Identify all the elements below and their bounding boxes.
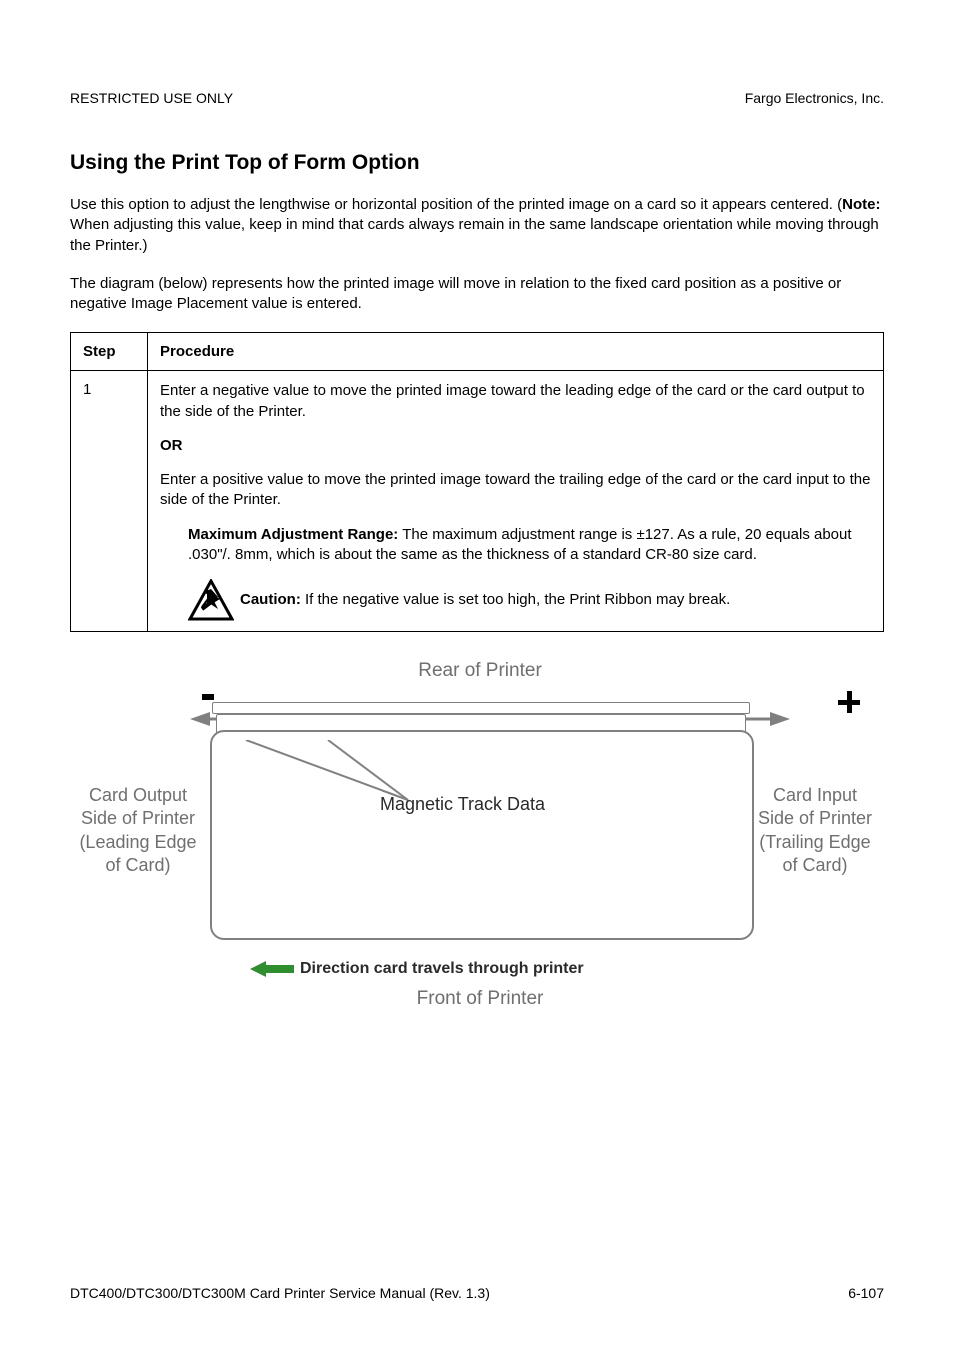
- col-header-step: Step: [71, 333, 148, 371]
- left-line-1: Card Output: [70, 784, 206, 807]
- green-arrow-icon: [250, 961, 294, 977]
- intro-paragraph-1: Use this option to adjust the lengthwise…: [70, 195, 884, 256]
- proc-or: OR: [160, 436, 871, 456]
- magnetic-track-label: Magnetic Track Data: [380, 794, 545, 815]
- procedure-cell: Enter a negative value to move the print…: [148, 371, 884, 632]
- note-label: Note:: [842, 196, 880, 213]
- left-line-4: of Card): [70, 854, 206, 877]
- procedure-table: Step Procedure 1 Enter a negative value …: [70, 332, 884, 632]
- step-number: 1: [71, 371, 148, 632]
- mag-stripe-1: [212, 702, 750, 714]
- footer-page: 6-107: [848, 1285, 884, 1301]
- card-output-caption: Card Output Side of Printer (Leading Edg…: [70, 784, 206, 878]
- direction-row: Direction card travels through printer: [250, 960, 584, 978]
- caution-text-wrapper: Caution: If the negative value is set to…: [240, 590, 730, 610]
- right-line-2: Side of Printer: [740, 807, 890, 830]
- max-range-label: Maximum Adjustment Range:: [188, 526, 398, 543]
- caution-text: If the negative value is set too high, t…: [301, 591, 730, 608]
- header-company: Fargo Electronics, Inc.: [745, 90, 884, 106]
- proc-negative: Enter a negative value to move the print…: [160, 381, 871, 422]
- caution-label: Caution:: [240, 591, 301, 608]
- left-line-3: (Leading Edge: [70, 831, 206, 854]
- header-restricted: RESTRICTED USE ONLY: [70, 90, 233, 106]
- intro-paragraph-2: The diagram (below) represents how the p…: [70, 274, 884, 315]
- caution-icon: [188, 579, 234, 621]
- proc-max-range: Maximum Adjustment Range: The maximum ad…: [188, 525, 871, 566]
- minus-icon: [202, 694, 214, 700]
- right-line-1: Card Input: [740, 784, 890, 807]
- caution-block: Caution: If the negative value is set to…: [188, 579, 871, 621]
- footer-manual: DTC400/DTC300/DTC300M Card Printer Servi…: [70, 1285, 490, 1301]
- front-of-printer-label: Front of Printer: [417, 988, 544, 1010]
- card-input-caption: Card Input Side of Printer (Trailing Edg…: [740, 784, 890, 878]
- right-line-3: (Trailing Edge: [740, 831, 890, 854]
- direction-label: Direction card travels through printer: [300, 960, 584, 978]
- intro-1b: When adjusting this value, keep in mind …: [70, 216, 879, 253]
- col-header-procedure: Procedure: [148, 333, 884, 371]
- intro-1a: Use this option to adjust the lengthwise…: [70, 196, 842, 213]
- section-heading: Using the Print Top of Form Option: [70, 151, 884, 175]
- left-line-2: Side of Printer: [70, 807, 206, 830]
- proc-positive: Enter a positive value to move the print…: [160, 470, 871, 511]
- card-diagram: Rear of Printer Magnetic Track Data Card…: [70, 660, 890, 1030]
- rear-of-printer-label: Rear of Printer: [418, 660, 542, 682]
- plus-icon: [838, 688, 860, 720]
- right-line-4: of Card): [740, 854, 890, 877]
